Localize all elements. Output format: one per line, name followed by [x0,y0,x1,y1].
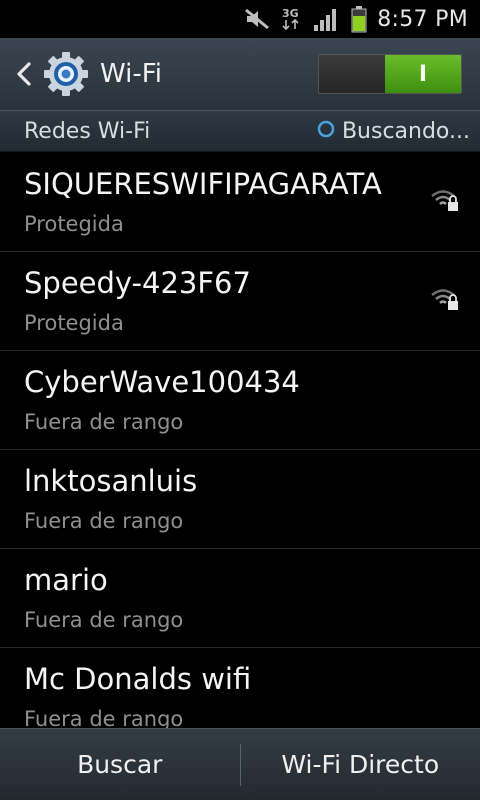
list-item[interactable]: mario Fuera de rango [0,549,480,648]
scanning-indicator: Buscando... [316,119,470,144]
page-title: Wi-Fi [100,59,163,89]
gear-icon[interactable] [40,48,92,100]
signal-icon [313,6,341,32]
bottom-bar: Buscar Wi-Fi Directo [0,728,480,800]
data-3g-icon: 3G [281,6,303,32]
wifi-direct-button[interactable]: Wi-Fi Directo [241,729,480,800]
toggle-on-part: I [385,55,461,93]
network-status: Fuera de rango [24,707,184,728]
wifi-toggle[interactable]: I [318,54,462,94]
list-item[interactable]: Mc Donalds wifi Fuera de rango [0,648,480,728]
wifi-lock-icon [430,187,460,217]
network-ssid: Speedy-423F67 [24,266,251,300]
network-status: Fuera de rango [24,608,184,632]
network-status: Fuera de rango [24,410,184,434]
network-type-label: 3G [282,7,299,20]
network-ssid: lnktosanluis [24,464,198,498]
network-status: Fuera de rango [24,509,184,533]
action-bar: Wi-Fi I [0,38,480,110]
network-ssid: CyberWave100434 [24,365,300,399]
list-item[interactable]: SIQUERESWIFIPAGARATA Protegida [0,153,480,252]
spinner-icon [316,119,336,143]
mute-icon [243,7,271,31]
back-arrow-icon[interactable] [10,61,38,87]
scan-button[interactable]: Buscar [0,729,240,800]
battery-icon [351,5,367,33]
network-list: SIQUERESWIFIPAGARATA Protegida Speedy-42… [0,153,480,728]
wifi-lock-icon [430,286,460,316]
list-item[interactable]: lnktosanluis Fuera de rango [0,450,480,549]
section-label: Redes Wi-Fi [24,118,151,144]
list-item[interactable]: Speedy-423F67 Protegida [0,252,480,351]
clock: 8:57 PM [377,6,468,32]
status-bar: 3G 8:57 PM [0,0,480,38]
network-status: Protegida [24,311,124,335]
network-ssid: mario [24,563,108,597]
list-item[interactable]: CyberWave100434 Fuera de rango [0,351,480,450]
scanning-text: Buscando... [341,118,470,144]
toggle-off-part [319,55,385,93]
network-status: Protegida [24,212,124,236]
network-ssid: Mc Donalds wifi [24,662,252,696]
section-header: Redes Wi-Fi Buscando... [0,110,480,152]
network-ssid: SIQUERESWIFIPAGARATA [24,167,382,201]
